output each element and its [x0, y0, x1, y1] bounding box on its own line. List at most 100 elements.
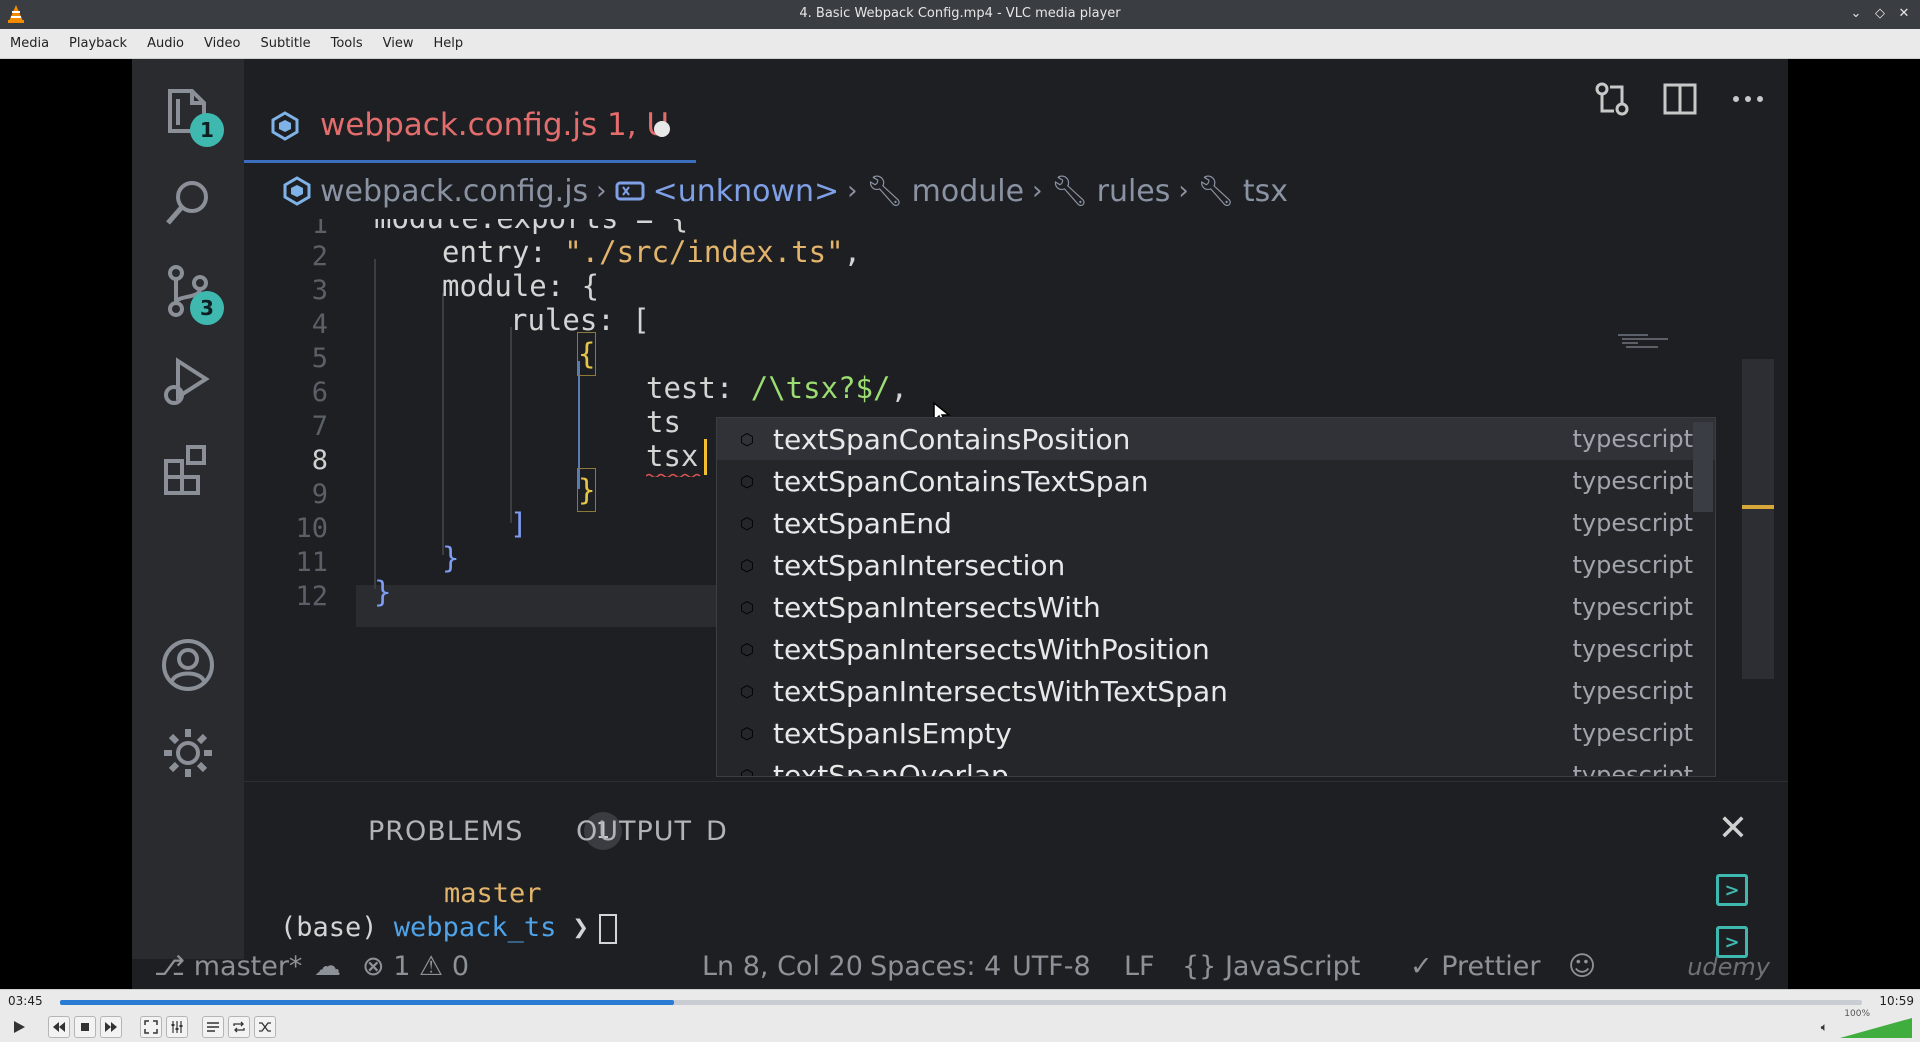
encoding[interactable]: UTF-8	[1012, 951, 1091, 982]
terminal-icon[interactable]: >	[1716, 874, 1748, 906]
sync-icon[interactable]: ☁	[314, 951, 341, 982]
unsaved-dot-icon	[654, 121, 670, 137]
source-control-badge: 3	[190, 291, 224, 325]
explorer-badge: 1	[190, 113, 224, 147]
playlist-button[interactable]	[202, 1016, 224, 1038]
minimize-icon[interactable]: ⌄	[1848, 5, 1864, 21]
suggestion-item[interactable]: ⬡ textSpanIntersectsWithTextSpan typescr…	[717, 670, 1715, 712]
code-line: }	[576, 468, 597, 512]
video-frame: 1 3 webpack.config.js 1, U webpack.confi…	[132, 59, 1788, 989]
menu-audio[interactable]: Audio	[137, 29, 194, 59]
next-icon	[105, 1022, 117, 1032]
breadcrumb-tsx[interactable]: tsx	[1243, 174, 1288, 209]
seek-bar[interactable]	[60, 1000, 1862, 1005]
maximize-icon[interactable]: ◇	[1872, 5, 1888, 21]
breadcrumb: webpack.config.js › <unknown> › 🔧︎ modul…	[244, 163, 1788, 219]
property-cube-icon: ⬡	[740, 597, 754, 617]
editor-scrollbar[interactable]	[1742, 359, 1774, 679]
tab-problems[interactable]: PROBLEMS	[368, 816, 523, 847]
volume-slider[interactable]	[1838, 1012, 1914, 1040]
menu-subtitle[interactable]: Subtitle	[250, 29, 320, 59]
git-branch-icon: ⎇	[154, 951, 186, 982]
wrench-icon: 🔧︎	[1050, 173, 1089, 209]
window-title: 4. Basic Webpack Config.mp4 - VLC media …	[799, 6, 1121, 21]
suggestion-item[interactable]: ⬡ textSpanIntersectsWith typescript	[717, 586, 1715, 628]
code-line: {	[576, 332, 597, 376]
chevron-right-icon: ›	[1178, 176, 1189, 206]
editor-tab-strip: webpack.config.js 1, U	[244, 59, 1788, 163]
video-area[interactable]: 1 3 webpack.config.js 1, U webpack.confi…	[0, 59, 1920, 989]
suggest-scrollbar[interactable]	[1693, 422, 1713, 512]
shuffle-icon	[259, 1022, 271, 1032]
feedback-icon[interactable]: ☺	[1568, 951, 1596, 982]
problems-status[interactable]: ⊗ 1 ⚠ 0	[362, 951, 469, 982]
source-control-icon: 3	[156, 259, 224, 325]
explorer-icon: 1	[156, 81, 224, 147]
minimap[interactable]	[1608, 331, 1728, 361]
next-button[interactable]	[100, 1016, 122, 1038]
suggestion-item[interactable]: ⬡ textSpanContainsTextSpan typescript	[717, 460, 1715, 502]
close-panel-icon[interactable]: ✕	[1718, 808, 1748, 849]
menu-help[interactable]: Help	[424, 29, 474, 59]
title-bar: 4. Basic Webpack Config.mp4 - VLC media …	[0, 0, 1920, 29]
shuffle-button[interactable]	[254, 1016, 276, 1038]
split-editor-icon	[1663, 83, 1697, 115]
menu-tools[interactable]: Tools	[321, 29, 373, 59]
previous-button[interactable]	[48, 1016, 70, 1038]
suggestion-item[interactable]: ⬡ textSpanOverlap typescript	[717, 754, 1715, 777]
breadcrumb-file[interactable]: webpack.config.js	[320, 174, 588, 209]
scrollbar-marker	[1742, 505, 1774, 509]
line-number: 9	[311, 479, 328, 510]
line-number: 5	[311, 343, 328, 374]
suggestion-item[interactable]: ⬡ textSpanContainsPosition typescript	[717, 418, 1715, 460]
chevron-right-icon: ›	[1032, 176, 1043, 206]
tab-output[interactable]: OUTPUT	[576, 816, 692, 847]
breadcrumb-module[interactable]: module	[912, 174, 1024, 209]
compare-changes-icon	[1595, 82, 1629, 116]
tab-partial[interactable]: D	[706, 816, 728, 847]
udemy-watermark: udemy	[1687, 953, 1770, 981]
cursor-position[interactable]: Ln 8, Col 20	[702, 951, 863, 982]
line-number: 3	[311, 275, 328, 306]
fullscreen-icon	[144, 1020, 158, 1034]
menu-view[interactable]: View	[373, 29, 424, 59]
run-debug-icon	[156, 349, 220, 413]
breadcrumb-rules[interactable]: rules	[1097, 174, 1171, 209]
branch-status[interactable]: ⎇ master*	[154, 951, 302, 982]
line-ending[interactable]: LF	[1124, 951, 1155, 982]
menu-video[interactable]: Video	[194, 29, 250, 59]
stop-icon	[81, 1023, 89, 1031]
close-icon[interactable]: ✕	[1896, 5, 1912, 21]
player-controls: 03:45 10:59 🔈︎ 100%	[0, 989, 1920, 1042]
menu-playback[interactable]: Playback	[59, 29, 137, 59]
extended-settings-button[interactable]	[166, 1016, 188, 1038]
loop-button[interactable]	[228, 1016, 250, 1038]
code-line: }	[374, 575, 392, 609]
menu-bar: Media Playback Audio Video Subtitle Tool…	[0, 29, 1920, 59]
suggestion-item[interactable]: ⬡ textSpanIntersectsWithPosition typescr…	[717, 628, 1715, 670]
prettier-status[interactable]: ✓ Prettier	[1410, 951, 1541, 982]
property-cube-icon: ⬡	[740, 723, 754, 743]
line-number: 11	[295, 547, 328, 578]
line-number: 10	[295, 513, 328, 544]
status-bar: ⎇ master* ☁ ⊗ 1 ⚠ 0 Ln 8, Col 20 Spaces:…	[132, 951, 1788, 989]
fullscreen-button[interactable]	[140, 1016, 162, 1038]
suggestion-item[interactable]: ⬡ textSpanIntersection typescript	[717, 544, 1715, 586]
stop-button[interactable]	[74, 1016, 96, 1038]
suggestion-item[interactable]: ⬡ textSpanIsEmpty typescript	[717, 712, 1715, 754]
property-cube-icon: ⬡	[740, 513, 754, 533]
search-icon	[156, 171, 220, 235]
property-cube-icon: ⬡	[740, 639, 754, 659]
play-button[interactable]	[6, 1016, 32, 1038]
text-caret	[704, 439, 707, 475]
breadcrumb-unknown[interactable]: <unknown>	[653, 174, 840, 209]
wrench-icon: 🔧︎	[1196, 173, 1235, 209]
menu-media[interactable]: Media	[0, 29, 59, 59]
suggestion-item[interactable]: ⬡ textSpanEnd typescript	[717, 502, 1715, 544]
tab-webpack-config: webpack.config.js 1, U	[244, 89, 696, 163]
speaker-icon[interactable]: 🔈︎	[1821, 1020, 1828, 1035]
language-mode[interactable]: {} JavaScript	[1182, 951, 1360, 982]
terminal-prompt-line[interactable]: (base) webpack_ts ❯	[280, 912, 617, 944]
indentation[interactable]: Spaces: 4	[870, 951, 1001, 982]
line-number: 7	[311, 411, 328, 442]
